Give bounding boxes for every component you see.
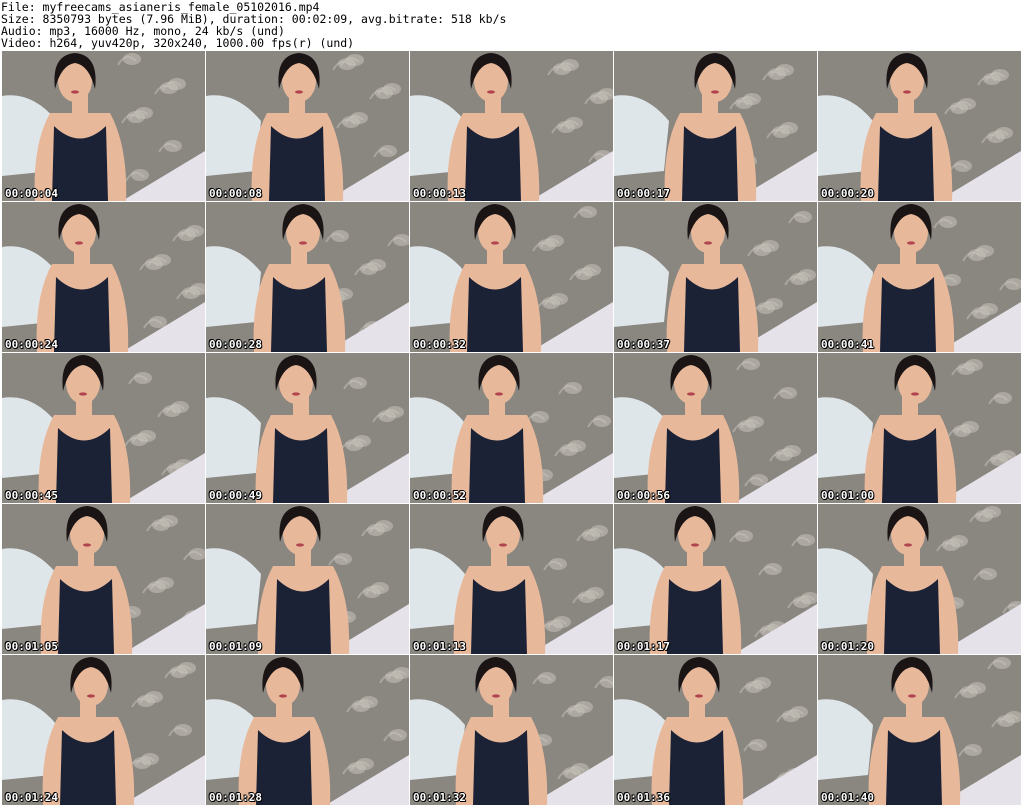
thumbnail-timestamp: 00:01:17 — [617, 640, 670, 653]
video-thumbnail: 00:00:45 — [2, 353, 205, 503]
video-thumbnail: 00:01:20 — [818, 504, 1021, 654]
thumbnail-frame-image — [206, 51, 409, 201]
thumbnail-timestamp: 00:01:20 — [821, 640, 874, 653]
video-thumbnail: 00:01:24 — [2, 655, 205, 805]
thumbnail-frame-image — [410, 353, 613, 503]
thumbnail-timestamp: 00:00:28 — [209, 338, 262, 351]
thumbnail-timestamp: 00:00:56 — [617, 489, 670, 502]
video-thumbnail: 00:00:28 — [206, 202, 409, 352]
video-thumbnail: 00:00:56 — [614, 353, 817, 503]
thumbnail-timestamp: 00:00:37 — [617, 338, 670, 351]
video-thumbnail: 00:01:36 — [614, 655, 817, 805]
thumbnail-timestamp: 00:01:24 — [5, 791, 58, 804]
thumbnail-timestamp: 00:00:20 — [821, 187, 874, 200]
thumbnail-timestamp: 00:00:52 — [413, 489, 466, 502]
video-thumbnail: 00:00:37 — [614, 202, 817, 352]
thumbnail-frame-image — [410, 51, 613, 201]
thumbnail-frame-image — [614, 504, 817, 654]
video-info-line: Video: h264, yuv420p, 320x240, 1000.00 f… — [1, 36, 355, 50]
thumbnail-frame-image — [2, 51, 205, 201]
video-thumbnail: 00:00:04 — [2, 51, 205, 201]
thumbnail-timestamp: 00:01:40 — [821, 791, 874, 804]
video-thumbnail: 00:01:13 — [410, 504, 613, 654]
thumbnail-frame-image — [206, 504, 409, 654]
thumbnail-timestamp: 00:01:00 — [821, 489, 874, 502]
thumbnail-frame-image — [614, 655, 817, 805]
thumbnail-frame-image — [818, 202, 1021, 352]
video-thumbnail: 00:01:17 — [614, 504, 817, 654]
thumbnail-timestamp: 00:00:17 — [617, 187, 670, 200]
thumbnail-timestamp: 00:01:13 — [413, 640, 466, 653]
video-thumbnail: 00:01:32 — [410, 655, 613, 805]
thumbnail-frame-image — [206, 655, 409, 805]
thumbnail-frame-image — [410, 504, 613, 654]
thumbnail-frame-image — [818, 353, 1021, 503]
thumbnail-frame-image — [614, 51, 817, 201]
thumbnail-timestamp: 00:01:28 — [209, 791, 262, 804]
thumbnail-timestamp: 00:01:32 — [413, 791, 466, 804]
video-thumbnail: 00:00:41 — [818, 202, 1021, 352]
video-thumbnail: 00:00:52 — [410, 353, 613, 503]
thumbnail-frame-image — [2, 353, 205, 503]
file-info-header: File: myfreecams_asianeris_female_051020… — [0, 0, 1024, 50]
video-thumbnail: 00:01:00 — [818, 353, 1021, 503]
video-thumbnail: 00:00:24 — [2, 202, 205, 352]
thumbnail-timestamp: 00:00:08 — [209, 187, 262, 200]
video-thumbnail: 00:01:05 — [2, 504, 205, 654]
thumbnail-timestamp: 00:00:32 — [413, 338, 466, 351]
thumbnail-frame-image — [818, 51, 1021, 201]
thumbnail-timestamp: 00:01:36 — [617, 791, 670, 804]
thumbnail-timestamp: 00:00:49 — [209, 489, 262, 502]
video-thumbnail: 00:00:49 — [206, 353, 409, 503]
video-thumbnail: 00:00:20 — [818, 51, 1021, 201]
thumbnail-frame-image — [206, 353, 409, 503]
thumbnail-frame-image — [206, 202, 409, 352]
thumbnail-timestamp: 00:01:05 — [5, 640, 58, 653]
thumbnail-frame-image — [818, 655, 1021, 805]
video-thumbnail: 00:00:17 — [614, 51, 817, 201]
video-thumbnail: 00:00:32 — [410, 202, 613, 352]
thumbnail-frame-image — [2, 504, 205, 654]
video-thumbnail: 00:00:13 — [410, 51, 613, 201]
thumbnail-frame-image — [614, 353, 817, 503]
thumbnail-timestamp: 00:00:45 — [5, 489, 58, 502]
thumbnail-timestamp: 00:00:13 — [413, 187, 466, 200]
thumbnail-timestamp: 00:00:04 — [5, 187, 58, 200]
thumbnail-frame-image — [410, 202, 613, 352]
thumbnail-frame-image — [2, 202, 205, 352]
thumbnail-frame-image — [2, 655, 205, 805]
video-thumbnail: 00:01:40 — [818, 655, 1021, 805]
thumbnail-frame-image — [410, 655, 613, 805]
thumbnail-frame-image — [818, 504, 1021, 654]
thumbnail-grid: 00:00:04 00:00:08 00:00:13 00:00:17 00:00:20… — [2, 51, 1021, 805]
video-thumbnail: 00:01:09 — [206, 504, 409, 654]
video-thumbnail: 00:01:28 — [206, 655, 409, 805]
thumbnail-timestamp: 00:00:24 — [5, 338, 58, 351]
thumbnail-timestamp: 00:00:41 — [821, 338, 874, 351]
thumbnail-frame-image — [614, 202, 817, 352]
video-thumbnail: 00:00:08 — [206, 51, 409, 201]
thumbnail-timestamp: 00:01:09 — [209, 640, 262, 653]
